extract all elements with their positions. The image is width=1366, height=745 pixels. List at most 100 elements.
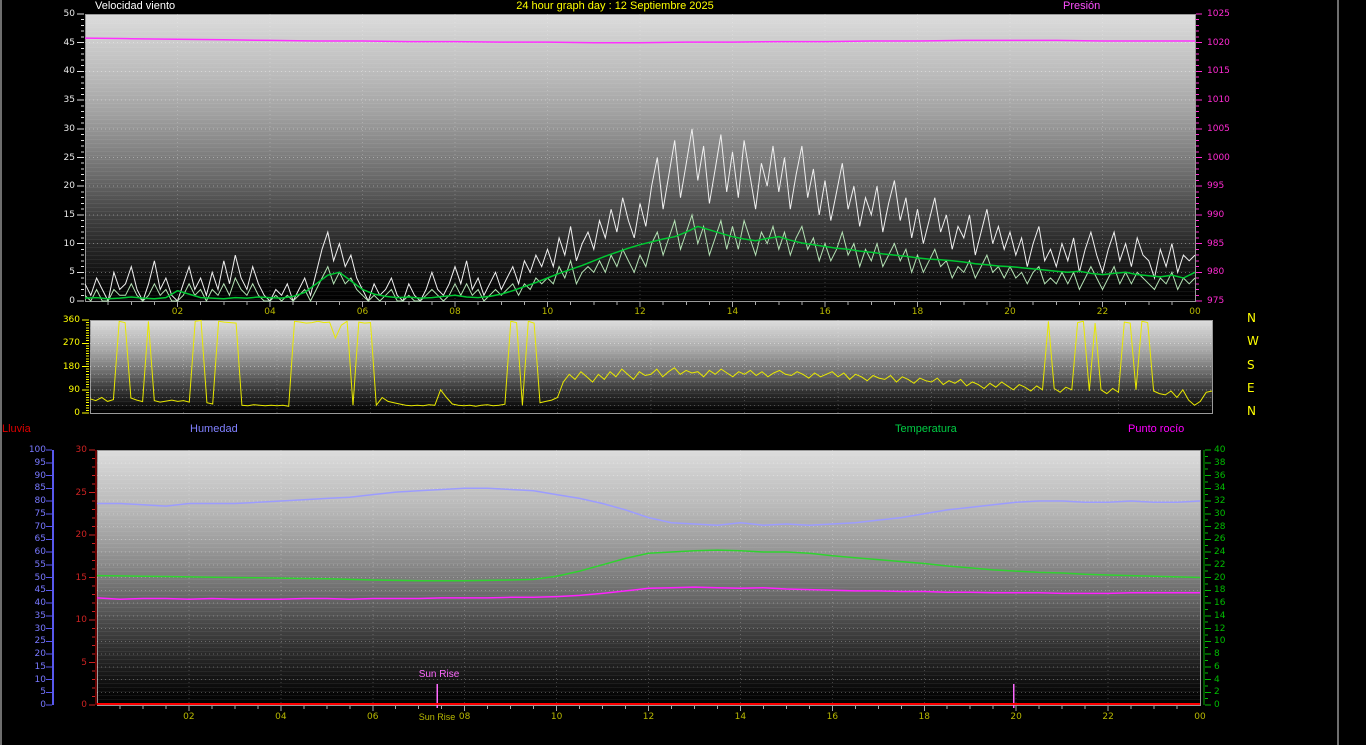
temperature-axis-label: 34 [1214,483,1225,493]
wind-axis-label: 20 [51,181,75,191]
hour-label: 22 [1096,712,1120,722]
chart-overlay [0,0,1366,745]
humidity-axis-label: 90 [22,471,46,481]
direction-axis-label: 180 [54,362,80,372]
humidity-axis-label: 10 [22,675,46,685]
compass-letter: N [1247,313,1256,323]
humidity-axis-label: 65 [22,534,46,544]
temperature-axis-label: 26 [1214,534,1225,544]
temperature-axis-label: 6 [1214,662,1220,672]
pressure-axis-label: 1005 [1207,124,1230,134]
hour-label: 02 [177,712,201,722]
humidity-axis-label: 80 [22,496,46,506]
hour-label: 14 [728,712,752,722]
hour-label: 20 [1004,712,1028,722]
hour-label: 00 [1183,307,1207,317]
rain-axis-label: 15 [67,573,87,583]
humidity-axis-label: 85 [22,483,46,493]
rain-axis-label: 30 [67,445,87,455]
temperature-axis-label: 32 [1214,496,1225,506]
hour-label: 06 [361,712,385,722]
temperature-axis-label: 30 [1214,509,1225,519]
wind-axis-label: 30 [51,124,75,134]
humidity-axis-label: 5 [22,687,46,697]
wind-axis-label: 40 [51,66,75,76]
temperature-axis-label: 24 [1214,547,1225,557]
hour-label: 16 [820,712,844,722]
direction-axis-label: 360 [54,315,80,325]
wind-instant-line [85,215,1195,301]
humidity-axis-label: 60 [22,547,46,557]
humidity-axis-label: 95 [22,458,46,468]
rain-axis-label: 0 [67,700,87,710]
temperature-axis-label: 2 [1214,687,1220,697]
rain-axis-label: 25 [67,488,87,498]
rain-axis-label: 10 [67,615,87,625]
dew-point-line [97,587,1200,599]
temperature-axis-label: 10 [1214,636,1225,646]
temperature-axis-label: 40 [1214,445,1225,455]
humidity-axis-label: 35 [22,611,46,621]
rain-axis-label: 20 [67,530,87,540]
pressure-axis-label: 975 [1207,296,1224,306]
hour-label: 06 [351,307,375,317]
humidity-axis-label: 25 [22,636,46,646]
temperature-axis-label: 38 [1214,458,1225,468]
humidity-axis-label: 30 [22,624,46,634]
hour-label: 20 [998,307,1022,317]
hour-label: 14 [721,307,745,317]
wind-axis-label: 35 [51,95,75,105]
pressure-axis-label: 1020 [1207,38,1230,48]
hour-label: 00 [1188,712,1212,722]
wind-axis-label: 45 [51,38,75,48]
hour-label: 02 [166,307,190,317]
hour-label: 04 [258,307,282,317]
pressure-axis-label: 995 [1207,181,1224,191]
wind-direction-line [90,321,1212,407]
weather-graph-screen: Velocidad viento 24 hour graph day : 12 … [0,0,1366,745]
hour-label: 16 [813,307,837,317]
humidity-axis-label: 50 [22,573,46,583]
temperature-axis-label: 14 [1214,611,1225,621]
humidity-axis-label: 20 [22,649,46,659]
hour-label: 22 [1091,307,1115,317]
humidity-axis-label: 70 [22,522,46,532]
wind-axis-label: 25 [51,153,75,163]
temperature-axis-label: 22 [1214,560,1225,570]
humidity-axis-label: 45 [22,585,46,595]
direction-axis-label: 0 [54,408,80,418]
temperature-axis-label: 18 [1214,585,1225,595]
humidity-axis-label: 55 [22,560,46,570]
wind-axis-label: 5 [51,267,75,277]
hour-label: 08 [443,307,467,317]
wind-axis-label: 15 [51,210,75,220]
humidity-axis-label: 75 [22,509,46,519]
compass-letter: N [1247,406,1256,416]
compass-letter: E [1247,383,1255,393]
pressure-axis-label: 1025 [1207,9,1230,19]
hour-label: 04 [269,712,293,722]
pressure-axis-label: 990 [1207,210,1224,220]
hour-label: 18 [906,307,930,317]
temperature-axis-label: 8 [1214,649,1220,659]
wind-axis-label: 50 [51,9,75,19]
temperature-axis-label: 36 [1214,471,1225,481]
temperature-axis-label: 0 [1214,700,1220,710]
pressure-axis-label: 980 [1207,267,1224,277]
hour-label: 18 [912,712,936,722]
humidity-axis-label: 40 [22,598,46,608]
hour-label: 12 [637,712,661,722]
humidity-axis-label: 100 [22,445,46,455]
wind-axis-label: 0 [51,296,75,306]
temperature-axis-label: 20 [1214,573,1225,583]
pressure-axis-label: 1000 [1207,153,1230,163]
direction-axis-label: 270 [54,338,80,348]
hour-label: 08 [453,712,477,722]
pressure-axis-label: 1010 [1207,95,1230,105]
wind-axis-label: 10 [51,239,75,249]
hour-label: 10 [536,307,560,317]
rain-axis-label: 5 [67,658,87,668]
pressure-axis-label: 1015 [1207,66,1230,76]
hour-label: 10 [545,712,569,722]
direction-axis-label: 90 [54,385,80,395]
